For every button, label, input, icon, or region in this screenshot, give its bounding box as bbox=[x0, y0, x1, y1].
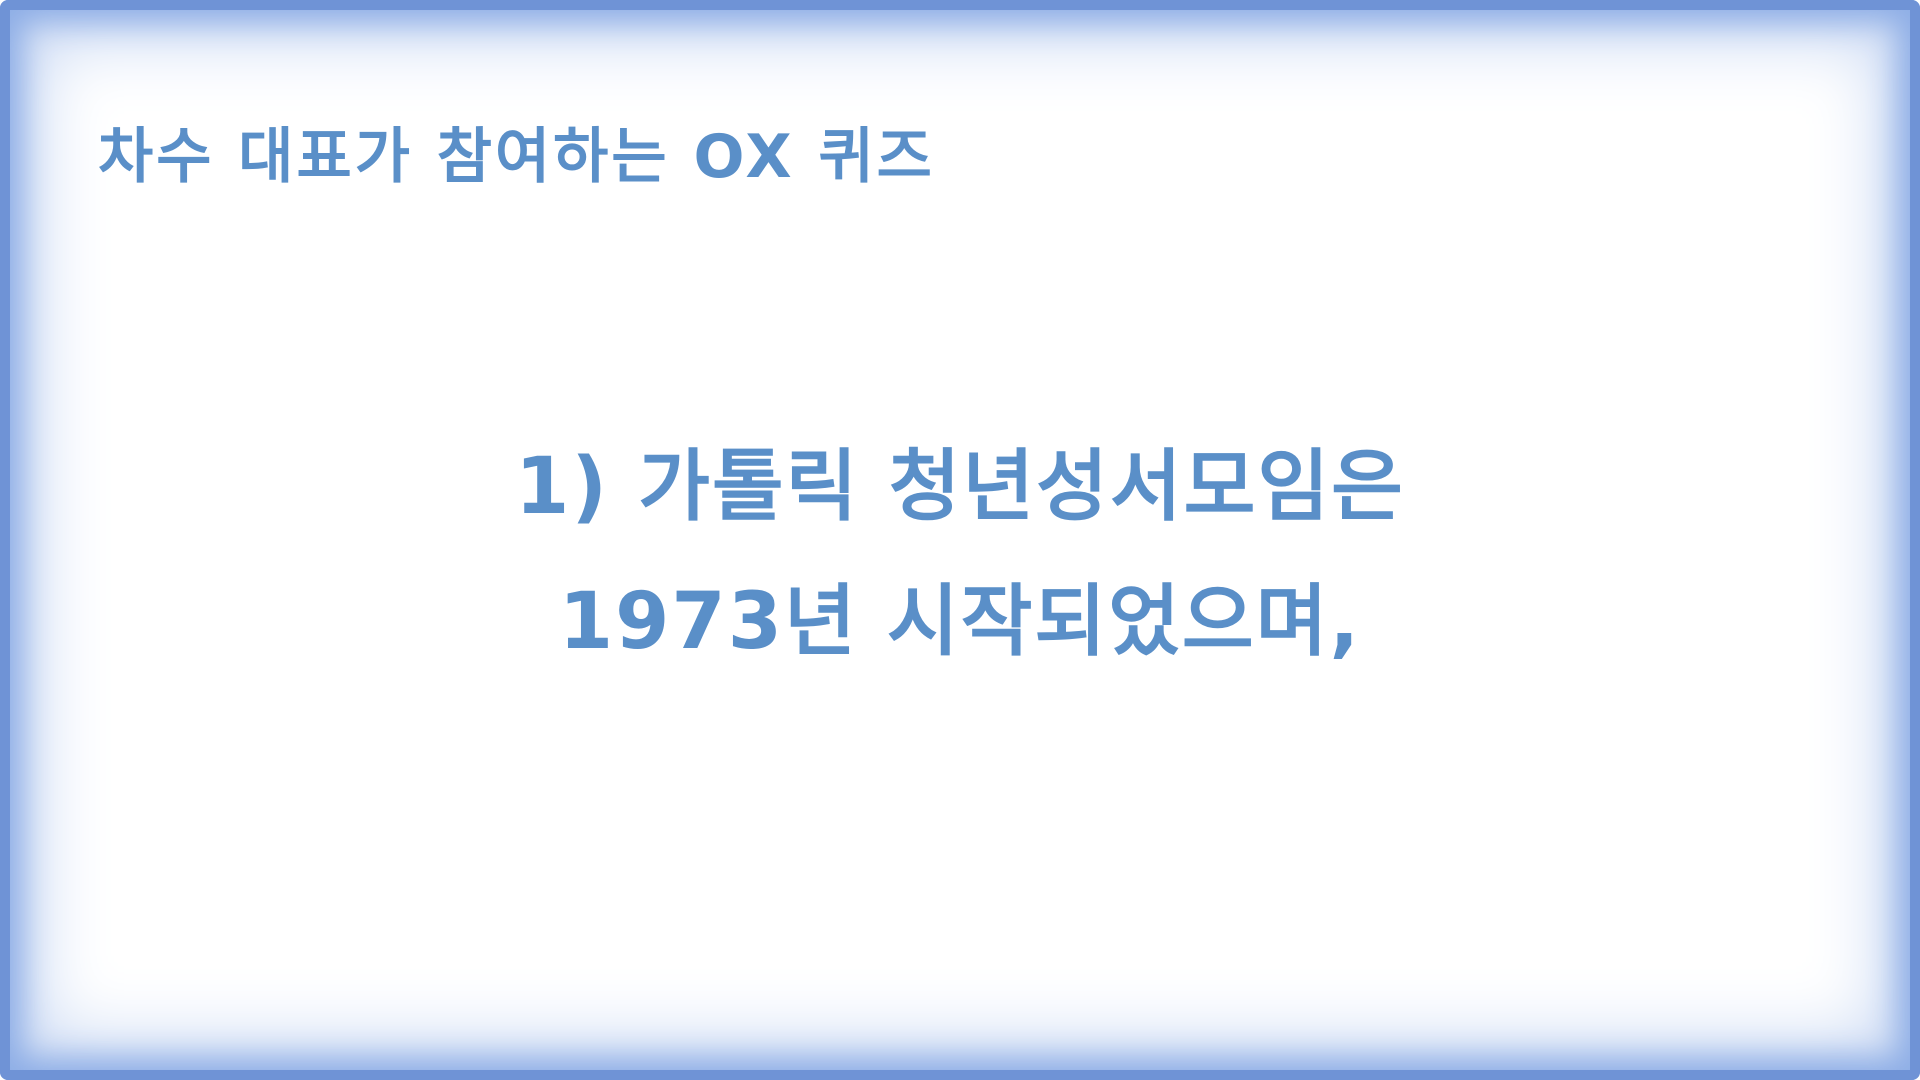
question-line-1: 1) 가톨릭 청년성서모임은 bbox=[515, 442, 1405, 532]
slide: 차수 대표가 참여하는 OX 퀴즈 1) 가톨릭 청년성서모임은 1973년 시… bbox=[0, 0, 1920, 1080]
slide-title: 차수 대표가 참여하는 OX 퀴즈 bbox=[98, 122, 935, 192]
question-line-2: 1973년 시작되었으며, bbox=[558, 577, 1362, 667]
quiz-question: 1) 가톨릭 청년성서모임은 1973년 시작되었으며, bbox=[0, 420, 1920, 690]
